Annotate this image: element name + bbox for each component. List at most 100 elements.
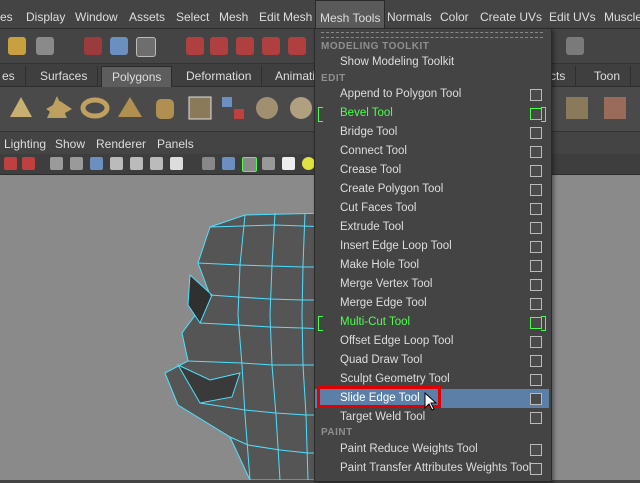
poly-sphere-icon[interactable] [6,93,36,123]
option-box-icon[interactable] [530,165,542,177]
select-object-icon[interactable] [110,37,128,55]
option-box-icon[interactable] [530,222,542,234]
menu-item-make-hole-tool[interactable]: Make Hole Tool [315,256,549,275]
menu-item-insert-edge-loop-tool[interactable]: Insert Edge Loop Tool [315,237,549,256]
menu-item-label: Merge Vertex Tool [340,278,433,290]
option-box-icon[interactable] [530,203,542,215]
wireframe-on-shaded-icon[interactable] [110,157,123,170]
option-box-icon[interactable] [530,241,542,253]
menu-color[interactable]: Color [440,0,469,28]
menu-item-paint-reduce-weights[interactable]: Paint Reduce Weights Tool [315,440,549,459]
tab-polygons[interactable]: Polygons [101,66,173,87]
menu-create-uvs[interactable]: Create UVs [480,0,542,28]
menu-item-append-to-polygon-tool[interactable]: Append to Polygon Tool [315,85,549,104]
menu-item-fragment[interactable]: es [0,0,13,28]
smooth-shade-icon[interactable] [70,157,83,170]
option-box-icon[interactable] [530,336,542,348]
render-icon[interactable] [566,37,584,55]
camera-attributes-icon[interactable] [22,157,35,170]
panel-menu-panels[interactable]: Panels [157,134,194,154]
select-hierarchy-icon[interactable] [84,37,102,55]
option-box-icon[interactable] [530,298,542,310]
poly-pyramid-icon[interactable] [115,93,145,123]
shaded-icon[interactable] [90,157,103,170]
menu-display[interactable]: Display [26,0,65,28]
save-icon[interactable] [36,37,54,55]
poly-torus-icon[interactable] [80,93,110,123]
snap-point-icon[interactable] [236,37,254,55]
option-box-icon[interactable] [530,463,542,475]
menu-item-merge-edge-tool[interactable]: Merge Edge Tool [315,294,549,313]
camera-select-icon[interactable] [4,157,17,170]
menu-item-create-polygon-tool[interactable]: Create Polygon Tool [315,180,549,199]
smooth-icon[interactable] [252,93,282,123]
menu-muscle[interactable]: Muscle [604,0,640,28]
snap-view-icon[interactable] [262,37,280,55]
open-folder-icon[interactable] [8,37,26,55]
panel-menu-show[interactable]: Show [55,134,85,154]
menu-window[interactable]: Window [75,0,118,28]
option-box-icon[interactable] [530,393,542,405]
menu-mesh-tools[interactable]: Mesh Tools [315,0,386,28]
menu-item-offset-edge-loop-tool[interactable]: Offset Edge Loop Tool [315,332,549,351]
menu-select[interactable]: Select [176,0,209,28]
frame-icon[interactable] [242,157,257,172]
option-box-icon[interactable] [530,146,542,158]
textured-icon[interactable] [150,157,163,170]
grid-icon[interactable] [262,157,275,170]
menu-item-show-modeling-toolkit[interactable]: Show Modeling Toolkit [315,53,549,72]
tear-off-handle[interactable] [321,32,543,38]
menu-item-multi-cut-tool[interactable]: Multi-Cut Tool [315,313,549,332]
wireframe-icon[interactable] [50,157,63,170]
checker-icon[interactable] [282,157,295,170]
separate-icon[interactable] [218,93,248,123]
snap-curve-icon[interactable] [210,37,228,55]
menu-item-label: Multi-Cut Tool [340,316,411,328]
menu-item-connect-tool[interactable]: Connect Tool [315,142,549,161]
uv-editor-icon[interactable] [562,93,592,123]
option-box-icon[interactable] [530,127,542,139]
menu-item-bridge-tool[interactable]: Bridge Tool [315,123,549,142]
option-box-icon[interactable] [530,89,542,101]
poly-plane-icon[interactable] [44,93,74,123]
menu-mesh[interactable]: Mesh [219,0,248,28]
text-icon[interactable] [170,157,183,170]
menu-item-label: Insert Edge Loop Tool [340,240,452,252]
snap-grid-icon[interactable] [186,37,204,55]
option-box-icon[interactable] [530,279,542,291]
mirror-icon[interactable] [286,93,316,123]
panel-menu-renderer[interactable]: Renderer [96,134,146,154]
xray-icon[interactable] [130,157,143,170]
menu-item-quad-draw-tool[interactable]: Quad Draw Tool [315,351,549,370]
menu-item-label: Bevel Tool [340,107,393,119]
combine-icon[interactable] [185,93,215,123]
tab-deformation[interactable]: Deformation [176,66,263,86]
tab-toon[interactable]: Toon [584,66,632,86]
menu-normals[interactable]: Normals [387,0,432,28]
snap-surface-icon[interactable] [288,37,306,55]
menu-edit-mesh[interactable]: Edit Mesh [259,0,312,28]
option-box-icon[interactable] [530,260,542,272]
isolate-icon[interactable] [222,157,235,170]
tab-surfaces[interactable]: Surfaces [30,66,99,86]
select-component-icon[interactable] [136,37,156,57]
option-box-icon[interactable] [530,444,542,456]
tab-fragment[interactable]: es [0,66,26,86]
option-box-icon[interactable] [530,412,542,424]
menu-item-extrude-tool[interactable]: Extrude Tool [315,218,549,237]
option-box-icon[interactable] [530,184,542,196]
menu-item-bevel-tool[interactable]: Bevel Tool [315,104,549,123]
option-box-icon[interactable] [530,355,542,367]
menu-item-merge-vertex-tool[interactable]: Merge Vertex Tool [315,275,549,294]
panel-menu-lighting[interactable]: Lighting [4,134,46,154]
menu-item-crease-tool[interactable]: Crease Tool [315,161,549,180]
uv-layout-icon[interactable] [600,93,630,123]
menu-item-cut-faces-tool[interactable]: Cut Faces Tool [315,199,549,218]
menu-edit-uvs[interactable]: Edit UVs [549,0,596,28]
menu-assets[interactable]: Assets [129,0,165,28]
option-box-icon[interactable] [530,374,542,386]
poly-pipe-icon[interactable] [150,93,180,123]
menu-item-paint-transfer-attributes[interactable]: Paint Transfer Attributes Weights Tool [315,459,549,478]
cube-icon[interactable] [202,157,215,170]
menu-item-label: Crease Tool [340,164,402,176]
